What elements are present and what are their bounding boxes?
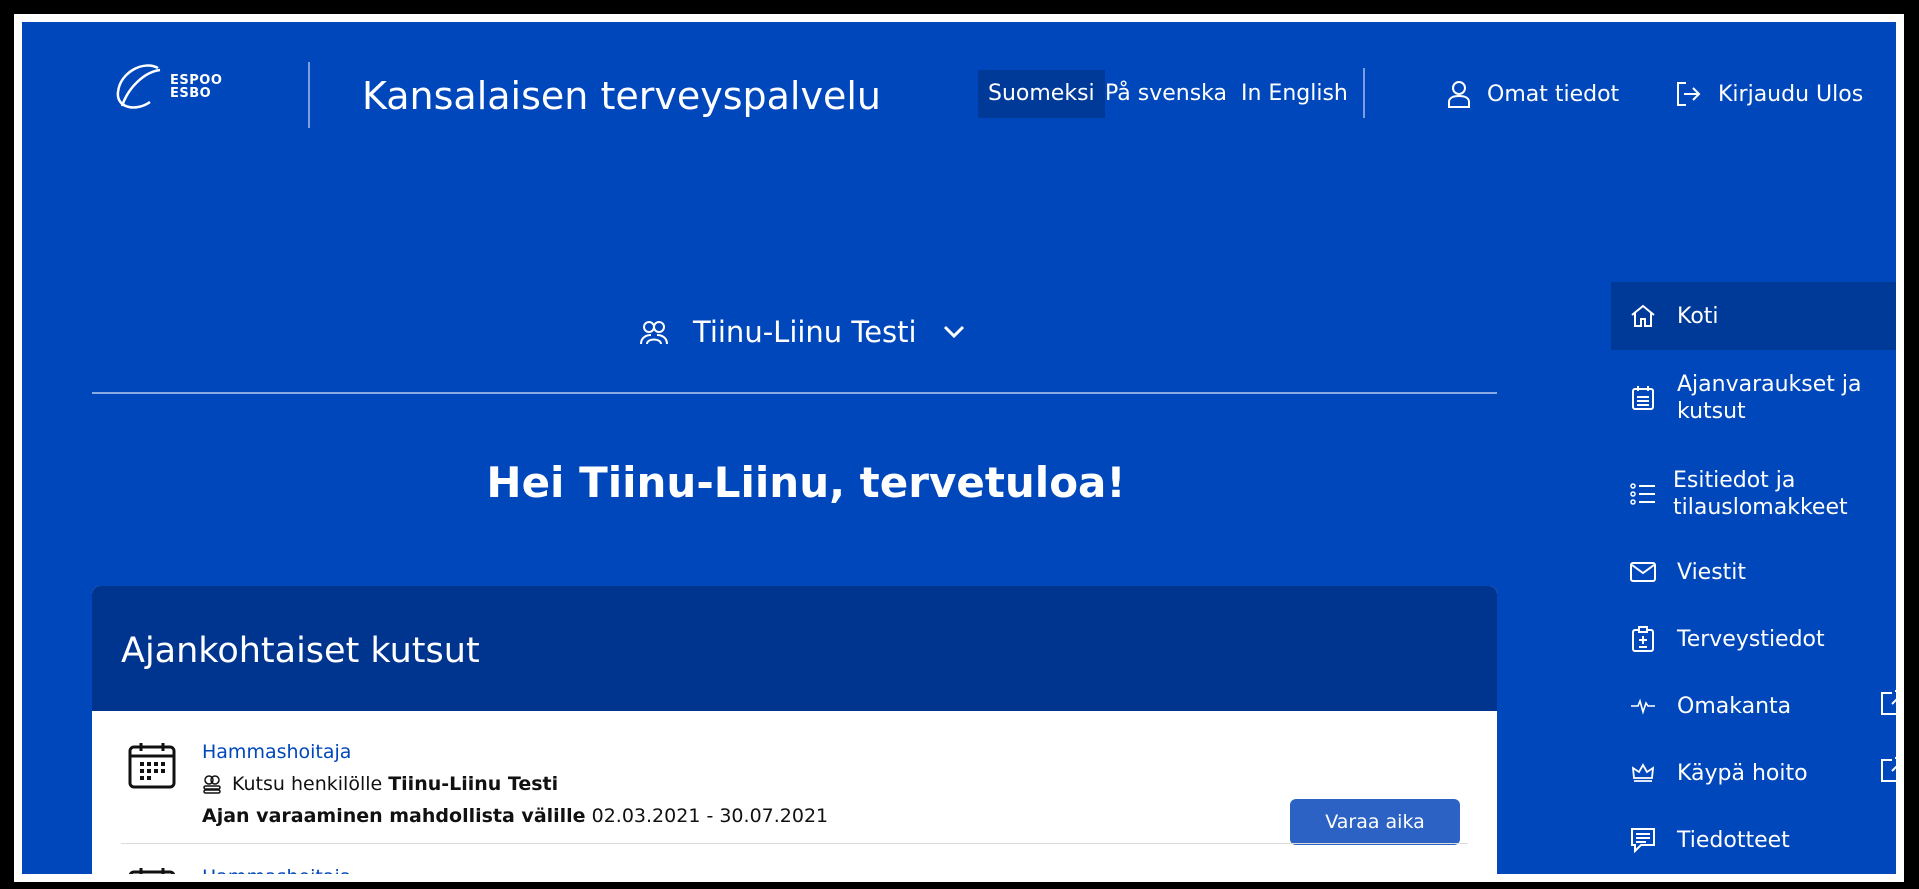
calendar-icon	[128, 743, 176, 789]
lang-english[interactable]: In English	[1231, 70, 1358, 118]
people-icon	[640, 321, 668, 345]
screenshot-frame: ESPOO ESBO Kansalaisen terveyspalvelu Su…	[14, 14, 1904, 882]
header-divider	[308, 62, 310, 128]
espoo-logo-icon	[116, 64, 161, 109]
chevron-down-icon	[943, 325, 964, 339]
nav-label: Omakanta	[1677, 693, 1792, 719]
nav-item-home[interactable]: Koti	[1611, 282, 1896, 350]
chat-icon	[1629, 826, 1657, 854]
home-icon	[1629, 302, 1657, 330]
nav-label-line1: Ajanvaraukset ja	[1677, 372, 1862, 397]
external-link-icon	[1879, 689, 1896, 723]
people-icon	[203, 775, 221, 794]
nav-item-appointments[interactable]: Ajanvaraukset ja kutsut	[1611, 350, 1896, 446]
envelope-icon	[1629, 558, 1657, 586]
profile-label: Omat tiedot	[1487, 81, 1620, 107]
invitations-title: Ajankohtaiset kutsut	[121, 631, 480, 671]
nav-label-line2: kutsut	[1677, 399, 1746, 424]
invitation-prefix: Kutsu henkilölle	[232, 773, 383, 795]
nav-label-line1: Esitiedot ja	[1673, 468, 1796, 493]
pulse-icon	[1629, 692, 1657, 720]
header-divider-2	[1363, 68, 1365, 118]
calendar-icon	[128, 868, 176, 874]
espoo-logo[interactable]: ESPOO ESBO	[114, 62, 222, 112]
invitation-period: Ajan varaaminen mahdollista välille 02.0…	[202, 805, 828, 827]
invitation-name[interactable]: Hammashoitaja	[202, 866, 351, 874]
nav-label-line2: tilauslomakkeet	[1673, 495, 1848, 520]
person-name: Tiinu-Liinu Testi	[693, 315, 917, 349]
nav-label: Viestit	[1677, 559, 1747, 585]
logout-icon	[1677, 82, 1701, 106]
invitations-card-header: Ajankohtaiset kutsut	[92, 586, 1497, 711]
period-dates: 02.03.2021 - 30.07.2021	[591, 805, 829, 827]
period-label: Ajan varaaminen mahdollista välille	[202, 805, 586, 827]
book-appointment-button[interactable]: Varaa aika	[1290, 799, 1460, 845]
logo-text-esbo: ESBO	[170, 86, 212, 101]
nav-item-health-info[interactable]: Terveystiedot	[1611, 609, 1896, 669]
nav-item-forms[interactable]: Esitiedot ja tilauslomakkeet	[1611, 446, 1896, 542]
logout-label: Kirjaudu Ulos	[1718, 81, 1864, 107]
person-selector[interactable]: Tiinu-Liinu Testi	[639, 315, 965, 349]
crown-icon	[1629, 759, 1657, 787]
nav-item-kaypa-hoito[interactable]: Käypä hoito	[1611, 743, 1896, 803]
invitation-name[interactable]: Hammashoitaja	[202, 741, 351, 763]
lang-finnish[interactable]: Suomeksi	[978, 70, 1105, 118]
app-title: Kansalaisen terveyspalvelu	[362, 74, 881, 118]
nav-item-omakanta[interactable]: Omakanta	[1611, 676, 1896, 736]
logout-link[interactable]: Kirjaudu Ulos	[1674, 80, 1863, 108]
clipboard-icon	[1629, 625, 1657, 653]
nav-label: Tiedotteet	[1677, 827, 1790, 853]
invitation-recipient: Kutsu henkilölle Tiinu-Liinu Testi	[202, 773, 558, 795]
logo-text: ESPOO ESBO	[166, 74, 222, 100]
invitations-card: Ajankohtaiset kutsut Hammashoitaja Kutsu…	[92, 586, 1497, 874]
nav-label: Käypä hoito	[1677, 760, 1808, 786]
list-icon	[1629, 480, 1657, 508]
user-icon	[1448, 81, 1470, 108]
app-screen: ESPOO ESBO Kansalaisen terveyspalvelu Su…	[22, 22, 1896, 874]
nav-label: Esitiedot ja tilauslomakkeet	[1673, 467, 1848, 521]
invitation-divider	[121, 843, 1468, 844]
nav-label: Terveystiedot	[1677, 626, 1825, 652]
nav-label: Koti	[1677, 303, 1719, 329]
external-link-icon	[1879, 756, 1896, 790]
greeting-heading: Hei Tiinu-Liinu, tervetuloa!	[486, 458, 1126, 507]
invitation-person: Tiinu-Liinu Testi	[388, 773, 559, 795]
nav-item-bulletins[interactable]: Tiedotteet	[1611, 810, 1896, 870]
nav-item-messages[interactable]: Viestit	[1611, 542, 1896, 602]
lang-swedish[interactable]: På svenska	[1095, 70, 1237, 118]
calendar-icon	[1629, 384, 1657, 412]
nav-label: Ajanvaraukset ja kutsut	[1677, 371, 1862, 425]
profile-link[interactable]: Omat tiedot	[1447, 80, 1619, 108]
person-divider	[92, 392, 1497, 394]
